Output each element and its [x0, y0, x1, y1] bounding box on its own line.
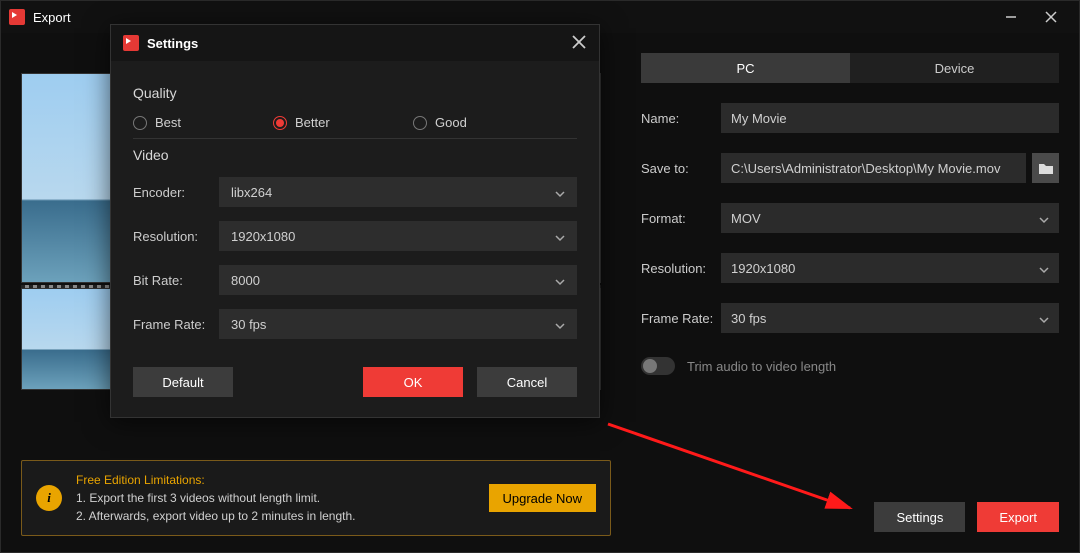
- quality-header: Quality: [133, 85, 577, 101]
- app-icon: [123, 35, 139, 51]
- export-button[interactable]: Export: [977, 502, 1059, 532]
- encoder-select[interactable]: libx264: [219, 177, 577, 207]
- folder-icon: [1038, 161, 1054, 175]
- resolution-label: Resolution:: [641, 261, 721, 276]
- dialog-title: Settings: [147, 36, 198, 51]
- framerate-label: Frame Rate:: [641, 311, 721, 326]
- framerate-select[interactable]: 30 fps: [721, 303, 1059, 333]
- resolution-select[interactable]: 1920x1080: [721, 253, 1059, 283]
- bitrate-label: Bit Rate:: [133, 273, 219, 288]
- chevron-down-icon: [1039, 263, 1049, 273]
- chevron-down-icon: [555, 319, 565, 329]
- quality-better-radio[interactable]: Better: [273, 115, 413, 130]
- m-framerate-label: Frame Rate:: [133, 317, 219, 332]
- m-framerate-select[interactable]: 30 fps: [219, 309, 577, 339]
- upgrade-button[interactable]: Upgrade Now: [489, 484, 597, 512]
- chevron-down-icon: [555, 187, 565, 197]
- tab-device[interactable]: Device: [850, 53, 1059, 83]
- format-select[interactable]: MOV: [721, 203, 1059, 233]
- name-input[interactable]: [721, 103, 1059, 133]
- output-tabs: PC Device: [641, 53, 1059, 83]
- banner-line: 2. Afterwards, export video up to 2 minu…: [76, 507, 475, 525]
- settings-button[interactable]: Settings: [874, 502, 965, 532]
- trim-audio-label: Trim audio to video length: [687, 359, 836, 374]
- quality-best-radio[interactable]: Best: [133, 115, 273, 130]
- ok-button[interactable]: OK: [363, 367, 463, 397]
- m-resolution-select[interactable]: 1920x1080: [219, 221, 577, 251]
- chevron-down-icon: [555, 275, 565, 285]
- cancel-button[interactable]: Cancel: [477, 367, 577, 397]
- video-header: Video: [133, 147, 577, 163]
- export-form: PC Device Name: Save to: Format: MOV: [621, 33, 1079, 552]
- trim-audio-toggle[interactable]: [641, 357, 675, 375]
- chevron-down-icon: [1039, 213, 1049, 223]
- chevron-down-icon: [555, 231, 565, 241]
- window-title: Export: [33, 10, 71, 25]
- chevron-down-icon: [1039, 313, 1049, 323]
- encoder-label: Encoder:: [133, 185, 219, 200]
- limitation-banner: i Free Edition Limitations: 1. Export th…: [21, 460, 611, 536]
- banner-line: 1. Export the first 3 videos without len…: [76, 489, 475, 507]
- default-button[interactable]: Default: [133, 367, 233, 397]
- saveto-label: Save to:: [641, 161, 721, 176]
- m-resolution-label: Resolution:: [133, 229, 219, 244]
- close-button[interactable]: [1031, 1, 1071, 33]
- browse-button[interactable]: [1032, 153, 1059, 183]
- banner-title: Free Edition Limitations:: [76, 471, 475, 489]
- bitrate-select[interactable]: 8000: [219, 265, 577, 295]
- name-label: Name:: [641, 111, 721, 126]
- minimize-button[interactable]: [991, 1, 1031, 33]
- info-icon: i: [36, 485, 62, 511]
- tab-pc[interactable]: PC: [641, 53, 850, 83]
- saveto-input[interactable]: [721, 153, 1026, 183]
- format-label: Format:: [641, 211, 721, 226]
- app-icon: [9, 9, 25, 25]
- dialog-close-button[interactable]: [571, 34, 587, 53]
- quality-good-radio[interactable]: Good: [413, 115, 553, 130]
- settings-dialog: Settings Quality Best Better Good Video …: [110, 24, 600, 418]
